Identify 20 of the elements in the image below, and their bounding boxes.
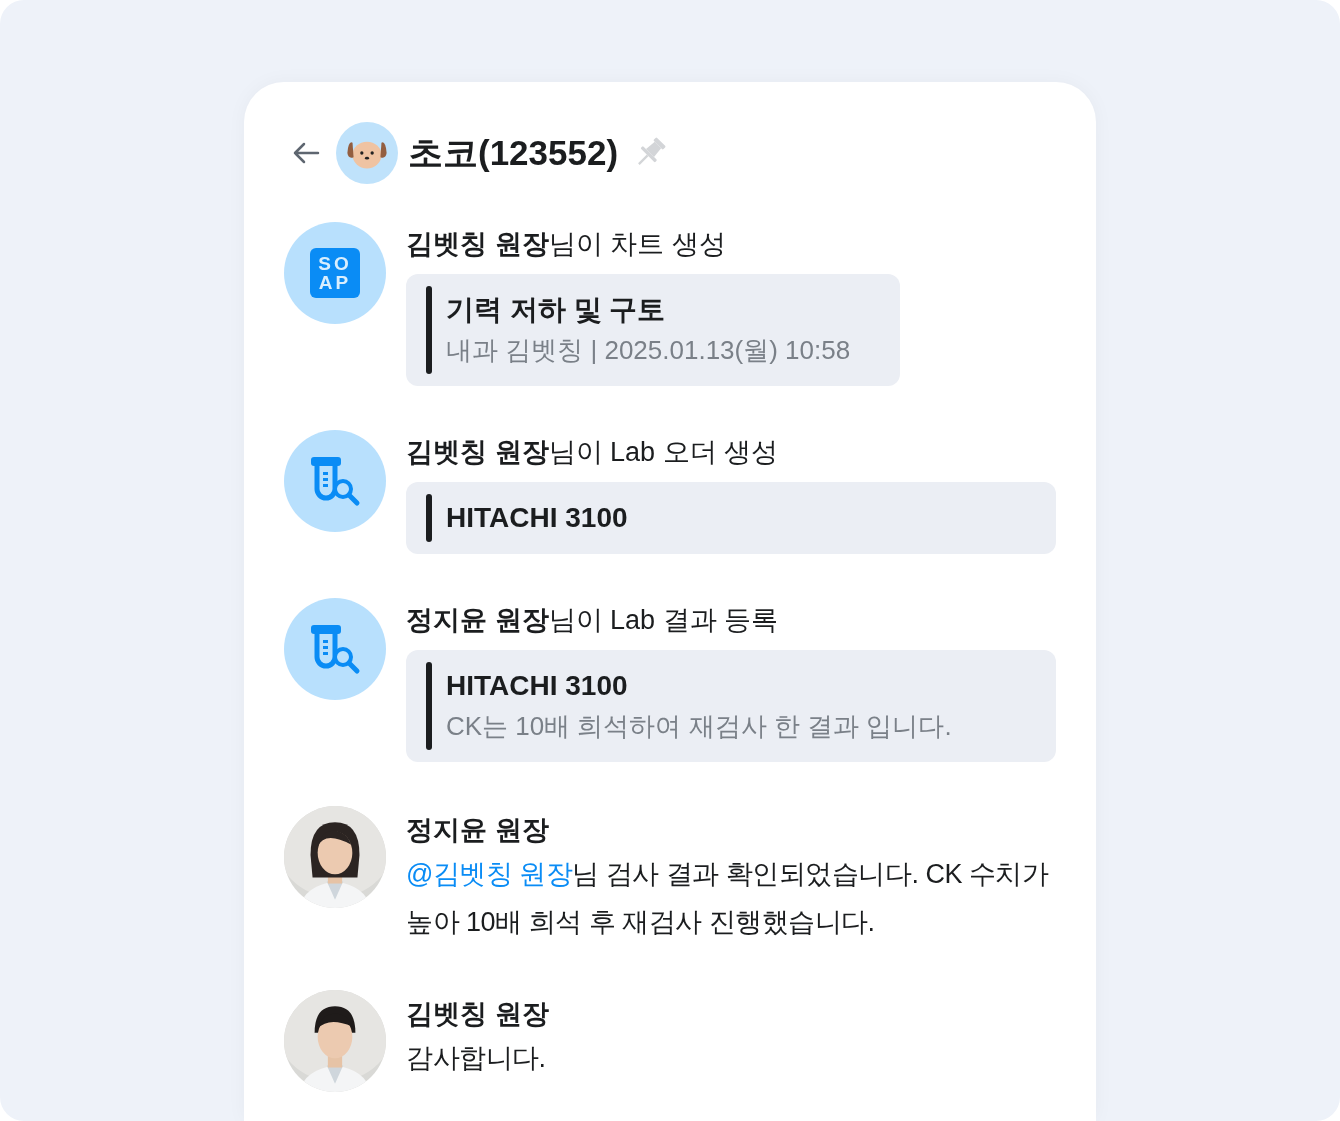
message-author: 김벳칭 원장 bbox=[406, 998, 550, 1031]
event-heading: 정지윤 원장님이 Lab 결과 등록 bbox=[406, 604, 780, 637]
message-author: 정지윤 원장 bbox=[406, 814, 550, 847]
test-tube-search-icon bbox=[309, 623, 361, 675]
card-subtitle: 내과 김벳칭 | 2025.01.13(월) 10:58 bbox=[446, 334, 851, 367]
soap-icon: SO AP bbox=[310, 248, 360, 298]
card-title: HITACHI 3100 bbox=[446, 501, 628, 535]
event-card[interactable]: HITACHI 3100 CK는 10배 희석하여 재검사 한 결과 입니다. bbox=[406, 650, 1056, 762]
card-title: HITACHI 3100 bbox=[446, 669, 629, 703]
card-subtitle: CK는 10배 희석하여 재검사 한 결과 입니다. bbox=[446, 710, 952, 743]
dog-avatar-icon bbox=[336, 122, 398, 184]
event-heading: 김벳칭 원장님이 차트 생성 bbox=[406, 228, 727, 261]
event-card[interactable]: HITACHI 3100 bbox=[406, 482, 1056, 554]
event-card[interactable]: 기력 저하 및 구토 내과 김벳칭 | 2025.01.13(월) 10:58 bbox=[406, 274, 901, 386]
message-text: @김벳칭 원장님 검사 결과 확인되었습니다. CK 수치가 높아 10배 희석 후 재검사 진행했습니다. bbox=[406, 858, 1050, 939]
message-text: 감사합니다. bbox=[406, 1042, 547, 1075]
card-title: 기력 저하 및 구토 bbox=[446, 293, 667, 327]
patient-title: 초코(123552) bbox=[408, 131, 619, 174]
test-tube-search-icon bbox=[309, 455, 361, 507]
event-heading: 김벳칭 원장님이 Lab 오더 생성 bbox=[406, 436, 780, 469]
